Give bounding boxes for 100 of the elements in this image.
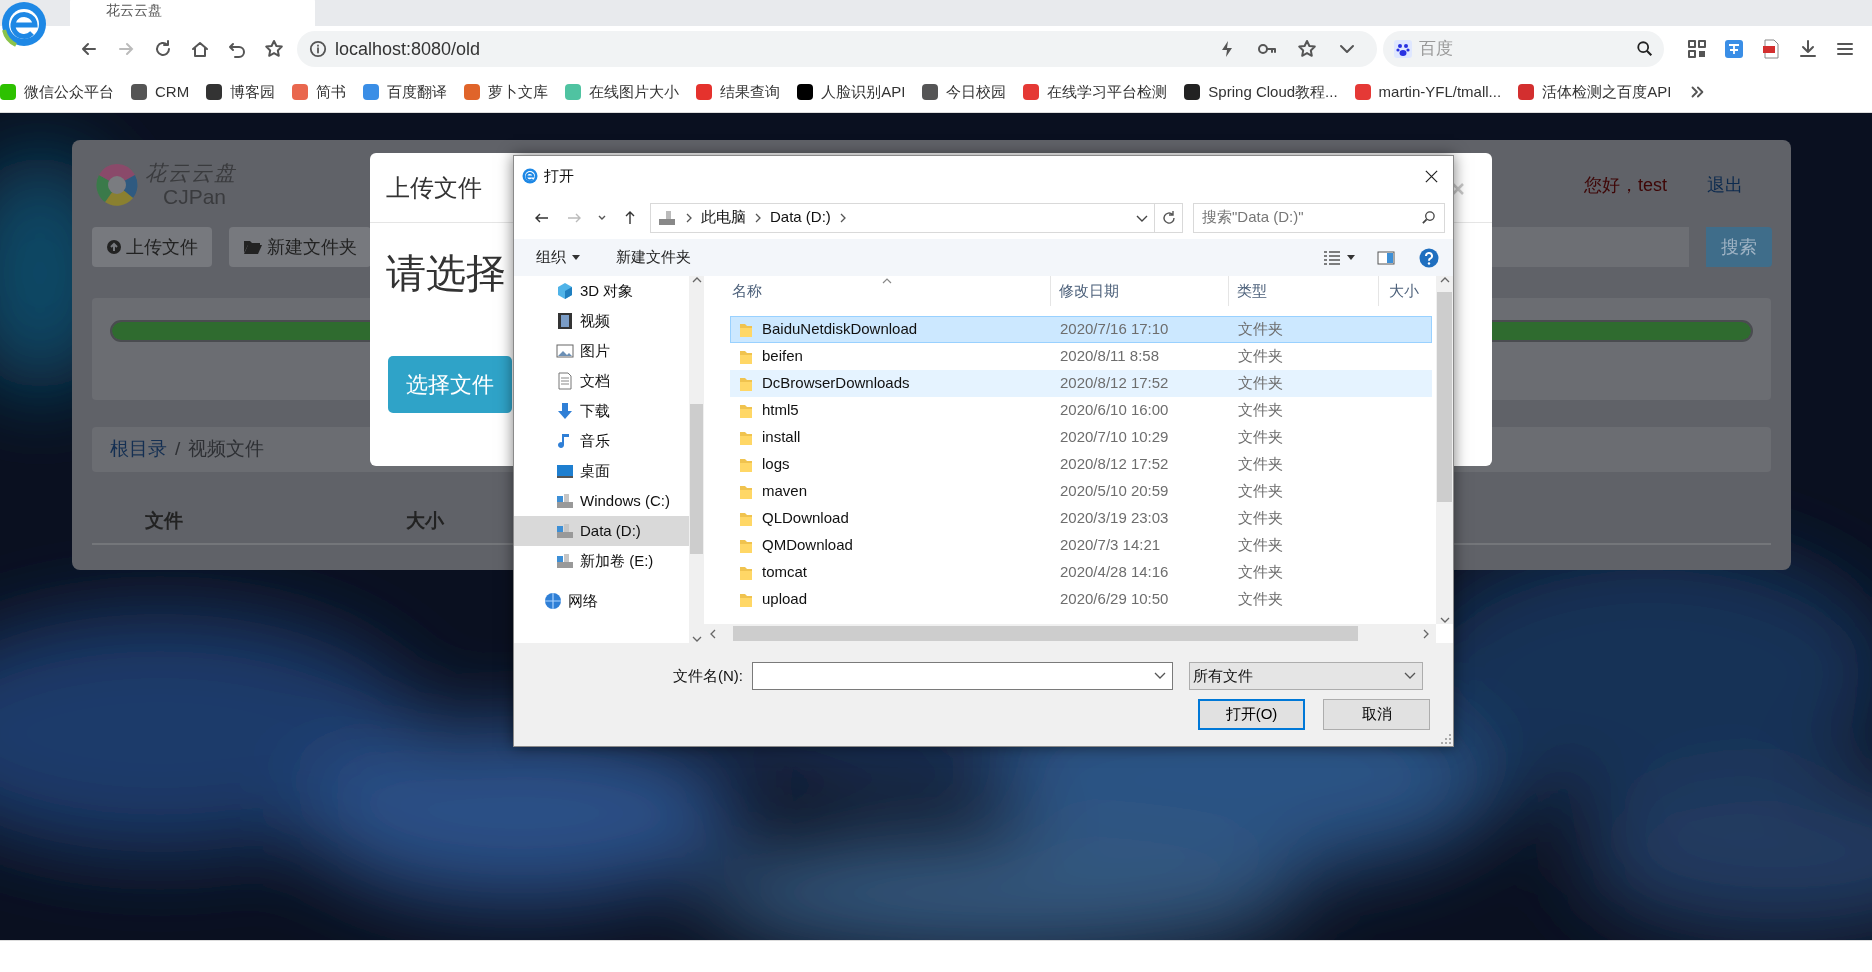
file-row[interactable]: DcBrowserDownloads 2020/8/12 17:52 文件夹 [730, 370, 1432, 397]
scroll-down-icon[interactable] [691, 635, 702, 643]
folder-icon [739, 510, 753, 527]
scrollbar[interactable] [704, 624, 1436, 643]
file-type: 文件夹 [1237, 589, 1284, 610]
download-icon [556, 402, 574, 420]
scrollbar[interactable] [689, 276, 704, 643]
nav-item[interactable]: 图片 [514, 336, 689, 366]
star-icon[interactable] [1297, 39, 1317, 59]
home-icon [189, 39, 210, 59]
scroll-up-icon[interactable] [1439, 276, 1450, 284]
prompt-text: 请选择 [386, 250, 506, 297]
file-row[interactable]: install 2020/7/10 10:29 文件夹 [730, 424, 1432, 451]
new-folder-button[interactable]: 新建文件夹 [616, 246, 691, 269]
nav-item[interactable]: 下载 [514, 396, 689, 426]
field-label: 文件名(N): [672, 665, 744, 686]
bookmark-link[interactable]: 微信公众平台 [0, 80, 114, 104]
drive-icon [556, 552, 574, 570]
scrollbar[interactable] [1436, 276, 1453, 624]
file-row[interactable]: maven 2020/5/10 20:59 文件夹 [730, 478, 1432, 505]
file-row[interactable]: QLDownload 2020/3/19 23:03 文件夹 [730, 505, 1432, 532]
resize-grip-icon[interactable] [1441, 734, 1451, 744]
browser-tab[interactable]: 花云云盘 [70, 0, 315, 26]
file-type-dropdown[interactable]: 所有文件 [1189, 662, 1423, 690]
search-icon [1421, 210, 1436, 225]
nav-item[interactable]: 3D 对象 [514, 276, 689, 306]
help-button[interactable] [1419, 247, 1439, 268]
column-header[interactable]: 修改日期 [1051, 276, 1229, 306]
file-row[interactable]: upload 2020/6/29 10:50 文件夹 [730, 586, 1432, 613]
file-row[interactable]: logs 2020/8/12 17:52 文件夹 [730, 451, 1432, 478]
nav-item[interactable]: 文档 [514, 366, 689, 396]
path-segment[interactable]: Data (D:) [770, 206, 831, 229]
bookmark-link[interactable]: Spring Cloud教程... [1184, 80, 1338, 104]
star-icon [263, 39, 284, 59]
file-date: 2020/7/16 17:10 [1059, 319, 1170, 340]
bookmark-link[interactable]: 萝卜文库 [464, 80, 549, 104]
bookmark-link[interactable]: 博客园 [206, 80, 276, 104]
view-menu[interactable] [1323, 249, 1355, 266]
scroll-down-icon[interactable] [1439, 616, 1450, 624]
open-button[interactable]: 打开(O) [1198, 699, 1305, 730]
column-header[interactable]: 大小 [1379, 276, 1436, 306]
bookmark-link[interactable]: 活体检测之百度API [1518, 80, 1672, 104]
upload-button[interactable]: 上传文件 [92, 227, 212, 267]
folder-icon [739, 402, 753, 419]
cancel-button[interactable]: 取消 [1323, 699, 1430, 730]
bookmark-link[interactable]: 今日校园 [922, 80, 1007, 104]
preview-pane-button[interactable] [1377, 250, 1395, 265]
organize-menu[interactable]: 组织 [536, 246, 580, 269]
scroll-left-icon[interactable] [709, 628, 717, 639]
bookmark-link[interactable]: 简书 [292, 80, 347, 104]
nav-item[interactable]: 视频 [514, 306, 689, 336]
folder-icon [739, 591, 753, 608]
info-icon[interactable] [309, 40, 327, 58]
search-field[interactable]: 搜索"Data (D:)" [1193, 202, 1445, 233]
nav-item[interactable]: 网络 [514, 586, 689, 616]
search-icon[interactable] [1636, 40, 1654, 58]
file-type: 文件夹 [1237, 562, 1284, 583]
file-row[interactable]: QMDownload 2020/7/3 14:21 文件夹 [730, 532, 1432, 559]
caret-icon [572, 255, 580, 260]
file-row[interactable]: BaiduNetdiskDownload 2020/7/16 17:10 文件夹 [730, 316, 1432, 343]
file-type: 文件夹 [1237, 346, 1284, 367]
nav-item[interactable]: 桌面 [514, 456, 689, 486]
address-bar[interactable]: localhost:8080/old [297, 31, 1377, 67]
bookmark-link[interactable]: 在线图片大小 [565, 80, 680, 104]
folder-icon [243, 239, 263, 255]
file-date: 2020/4/28 14:16 [1059, 562, 1170, 583]
file-row[interactable]: tomcat 2020/4/28 14:16 文件夹 [730, 559, 1432, 586]
column-header[interactable]: 名称 [704, 276, 1051, 306]
file-row[interactable]: html5 2020/6/10 16:00 文件夹 [730, 397, 1432, 424]
logo-icon [95, 163, 139, 207]
file-name: html5 [762, 400, 799, 421]
column-header[interactable]: 类型 [1229, 276, 1379, 306]
folder-icon [739, 456, 753, 473]
bookmark-link[interactable]: 人脸识别API [797, 80, 906, 104]
nav-item[interactable]: 新加卷 (E:) [514, 546, 689, 576]
file-type: 文件夹 [1237, 535, 1284, 556]
scroll-up-icon[interactable] [691, 276, 702, 284]
file-type: 文件夹 [1237, 508, 1284, 529]
filename-field[interactable] [752, 662, 1173, 690]
tab-title: 花云云盘 [106, 0, 162, 20]
dialog-title: 打开 [544, 165, 574, 186]
folder-icon [739, 321, 753, 338]
path-bar[interactable]: 此电脑 Data (D:) [650, 202, 1155, 233]
file-row[interactable]: beifen 2020/8/11 8:58 文件夹 [730, 343, 1432, 370]
refresh-button[interactable] [1155, 202, 1183, 233]
scroll-right-icon[interactable] [1422, 628, 1430, 639]
bookmark-link[interactable]: 百度翻译 [363, 80, 448, 104]
file-date: 2020/6/10 16:00 [1059, 400, 1170, 421]
bookmark-link[interactable]: CRM [131, 80, 190, 104]
nav-item[interactable]: Data (D:) [514, 516, 689, 546]
bookmark-link[interactable]: 在线学习平台检测 [1023, 80, 1168, 104]
nav-item[interactable]: 音乐 [514, 426, 689, 456]
bookmark-link[interactable]: 结果查询 [696, 80, 781, 104]
path-segment[interactable]: 此电脑 [701, 206, 746, 229]
file-type: 文件夹 [1237, 373, 1284, 394]
new-folder-button[interactable]: 新建文件夹 [229, 227, 371, 267]
nav-item[interactable]: Windows (C:) [514, 486, 689, 516]
bookmark-link[interactable]: martin-YFL/tmall... [1354, 80, 1502, 104]
file-date: 2020/3/19 23:03 [1059, 508, 1170, 529]
image-icon [556, 342, 574, 360]
